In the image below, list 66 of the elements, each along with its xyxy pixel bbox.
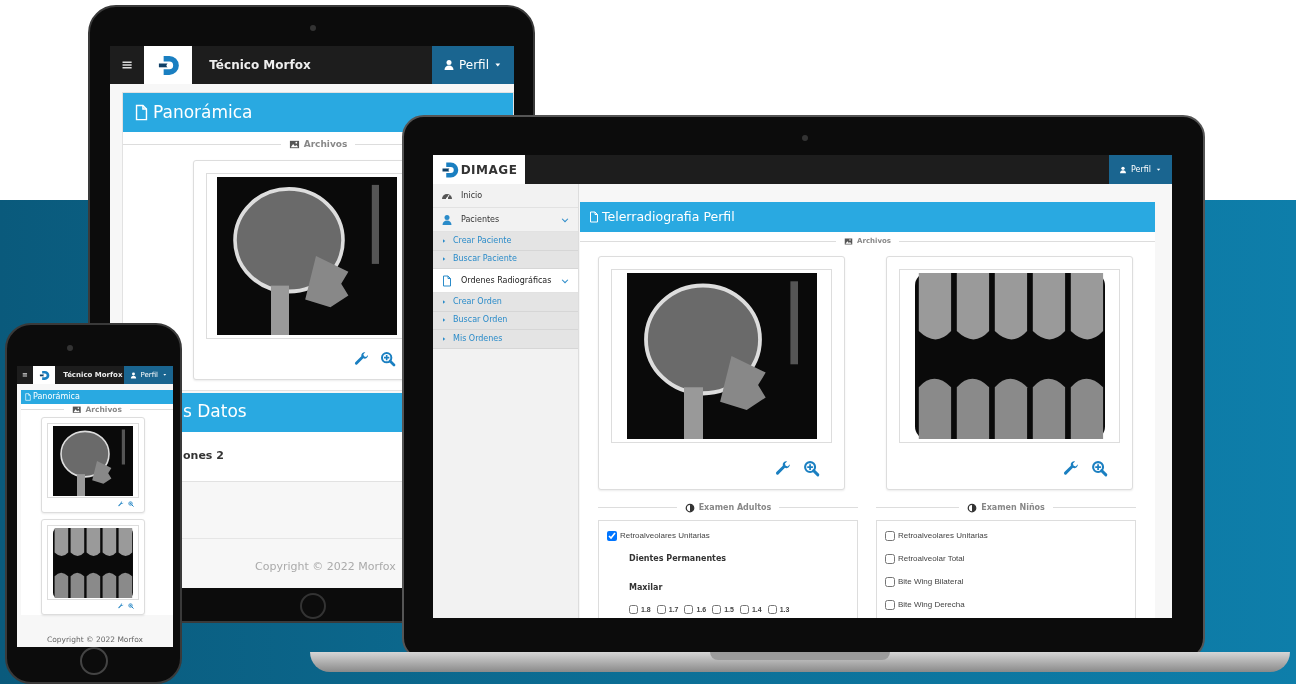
file-icon [133, 104, 150, 121]
sidebar-item[interactable]: Ordenes Radiográficas [433, 269, 578, 293]
checkbox-label: Bite Wing Derecha [898, 598, 965, 611]
checkbox[interactable] [739, 605, 749, 615]
image-icon [72, 404, 82, 415]
zoom-in-icon[interactable] [380, 350, 396, 367]
user-icon [443, 59, 455, 71]
menu-icon[interactable] [22, 372, 28, 378]
triangle-icon [441, 298, 447, 305]
copyright-text: Copyright © 2022 Morfox [255, 559, 396, 573]
caret-icon [1155, 166, 1162, 173]
contrast-icon [684, 502, 695, 513]
wrench-icon[interactable] [118, 603, 124, 610]
zoom-in-icon[interactable] [803, 459, 820, 477]
triangle-icon [441, 237, 447, 244]
profile-button[interactable]: Perfil [1109, 155, 1172, 184]
wrench-icon[interactable] [118, 501, 124, 508]
checkbox-label: Retroalveolares Unitarias [620, 529, 710, 542]
checkbox[interactable] [885, 576, 895, 587]
checkbox[interactable] [712, 605, 722, 615]
user-icon [1119, 165, 1127, 174]
user-icon [441, 213, 453, 226]
image-icon [844, 236, 854, 246]
panel-title: Telerradiografia Perfil [602, 207, 735, 226]
file-icon [24, 393, 32, 401]
user-icon [129, 371, 137, 379]
file-icon [588, 211, 600, 223]
zoom-in-icon[interactable] [128, 603, 134, 610]
divider-label: Archivos [303, 138, 348, 151]
file-icon [441, 274, 453, 287]
checkbox[interactable] [885, 553, 895, 564]
zoom-in-icon[interactable] [1091, 459, 1108, 477]
contrast-icon [967, 502, 978, 513]
checkbox-label: Bite Wing Bilateral [898, 575, 964, 588]
zoom-in-icon[interactable] [128, 501, 134, 508]
logo-icon [440, 160, 459, 179]
wrench-icon[interactable] [775, 459, 792, 477]
group-label: Maxilar [628, 581, 664, 594]
triangle-icon [441, 256, 447, 263]
panel-title: Panorámica [153, 100, 253, 124]
logo-icon [156, 53, 180, 77]
checkbox[interactable] [767, 605, 777, 615]
checkbox[interactable] [885, 599, 895, 610]
logo-icon [38, 369, 50, 381]
user-name: Técnico Morfox [209, 57, 311, 74]
checkbox-label: Retroalveolar Total [898, 552, 965, 565]
caret-icon [162, 372, 168, 378]
section-title: s Datos [183, 400, 247, 424]
brand-name: DIMAGE [460, 161, 518, 179]
panel-title: Panorámica [33, 391, 80, 403]
checkbox-label: Retroalveolares Unitarias [898, 529, 988, 542]
section-text: ones 2 [183, 448, 224, 462]
profile-button[interactable]: Perfil [431, 46, 514, 84]
checkbox[interactable] [656, 605, 666, 615]
divider-label: Examen Niños [981, 501, 1045, 514]
subheading: Dientes Permanentes [628, 552, 728, 565]
image-icon [288, 139, 300, 151]
checkbox[interactable] [629, 605, 638, 615]
checkbox[interactable] [607, 530, 617, 541]
wrench-icon[interactable] [1063, 459, 1080, 477]
triangle-icon [441, 317, 447, 324]
checkbox[interactable] [684, 605, 694, 615]
wrench-icon[interactable] [354, 350, 370, 367]
divider-label: Examen Adultos [698, 501, 772, 514]
triangle-icon [441, 335, 447, 342]
checkbox[interactable] [885, 530, 895, 541]
